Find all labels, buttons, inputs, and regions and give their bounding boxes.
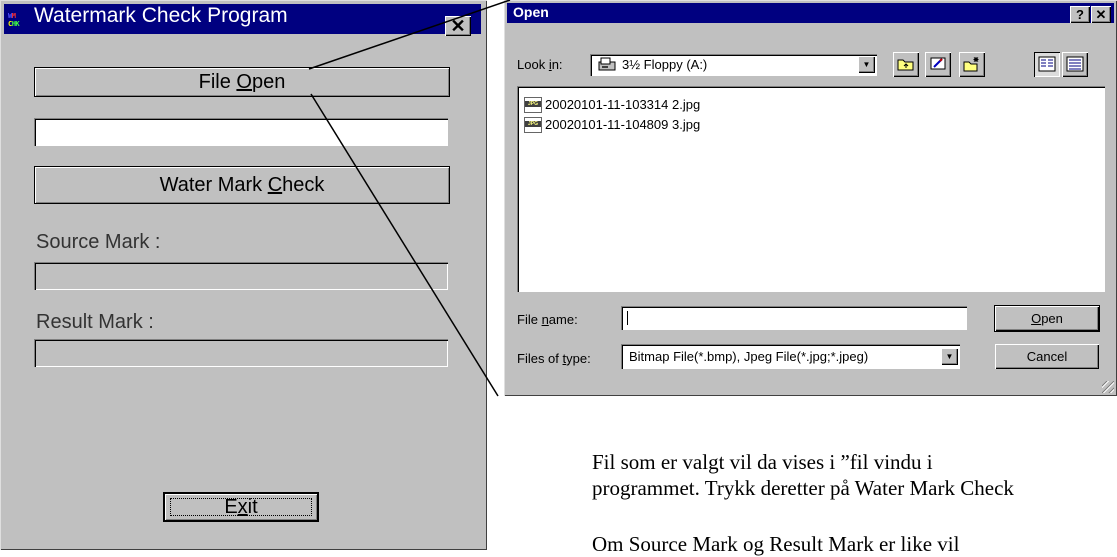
caption-line: Om Source Mark og Result Mark er like vi… <box>592 532 960 556</box>
caption-line: programmet. Trykk deretter på Water Mark… <box>592 476 1014 500</box>
annotation-line-to-dialog-corner <box>310 93 499 397</box>
caption-line: Fil som er valgt vil da vises i ”fil vin… <box>592 450 933 474</box>
annotation-lines <box>308 0 511 397</box>
annotation-line-to-dialog <box>308 0 511 70</box>
